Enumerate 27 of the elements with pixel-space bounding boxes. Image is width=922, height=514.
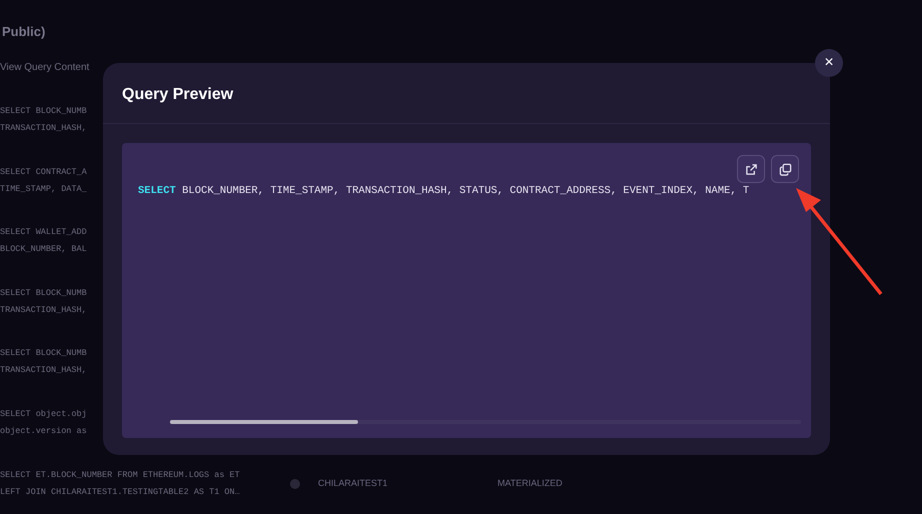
sql-snippet: SELECT WALLET_ADD: [0, 226, 87, 240]
table-type: MATERIALIZED: [498, 476, 562, 490]
copy-button[interactable]: [771, 155, 799, 183]
sql-snippet: BLOCK_NUMBER, BAL: [0, 243, 87, 256]
open-external-button[interactable]: [737, 155, 765, 183]
close-button[interactable]: ×: [815, 49, 843, 77]
sql-snippet: TRANSACTION_HASH,: [0, 364, 87, 378]
sql-snippet: TRANSACTION_HASH,: [0, 304, 87, 317]
sql-snippet: TRANSACTION_HASH,: [0, 122, 87, 135]
sql-snippet: SELECT CONTRACT_A: [0, 166, 87, 179]
schema-name: CHILARAITEST1: [318, 476, 388, 490]
sql-snippet: SELECT BLOCK_NUMB: [0, 104, 87, 118]
sql-snippet: SELECT BLOCK_NUMB: [0, 347, 87, 360]
page-heading: Public): [1, 23, 46, 41]
column-header: View Query Content: [0, 60, 90, 75]
sql-snippet: SELECT ET.BLOCK_NUMBER FROM ETHEREUM.LOGS as ET: [0, 468, 240, 482]
scrollbar-thumb[interactable]: [170, 420, 358, 424]
sql-code-line: SELECT BLOCK_NUMBER, TIME_STAMP, TRANSACTION_HASH, STATUS, CONTRACT_ADDRESS, EVENT_INDEX, NAME, T: [138, 184, 750, 199]
external-link-icon: [744, 162, 758, 176]
sql-snippet: LEFT JOIN CHILARAITEST1.TESTINGTABLE2 AS T1 ON…: [0, 486, 240, 499]
modal-title: Query Preview: [122, 85, 234, 105]
row-icon: [290, 478, 300, 489]
sql-snippet: object.version as: [0, 425, 87, 438]
sql-snippet: TIME_STAMP, DATA_: [0, 182, 87, 196]
sql-snippet: SELECT BLOCK_NUMB: [0, 286, 87, 300]
copy-icon: [778, 162, 792, 176]
sql-snippet: SELECT object.obj: [0, 408, 87, 422]
